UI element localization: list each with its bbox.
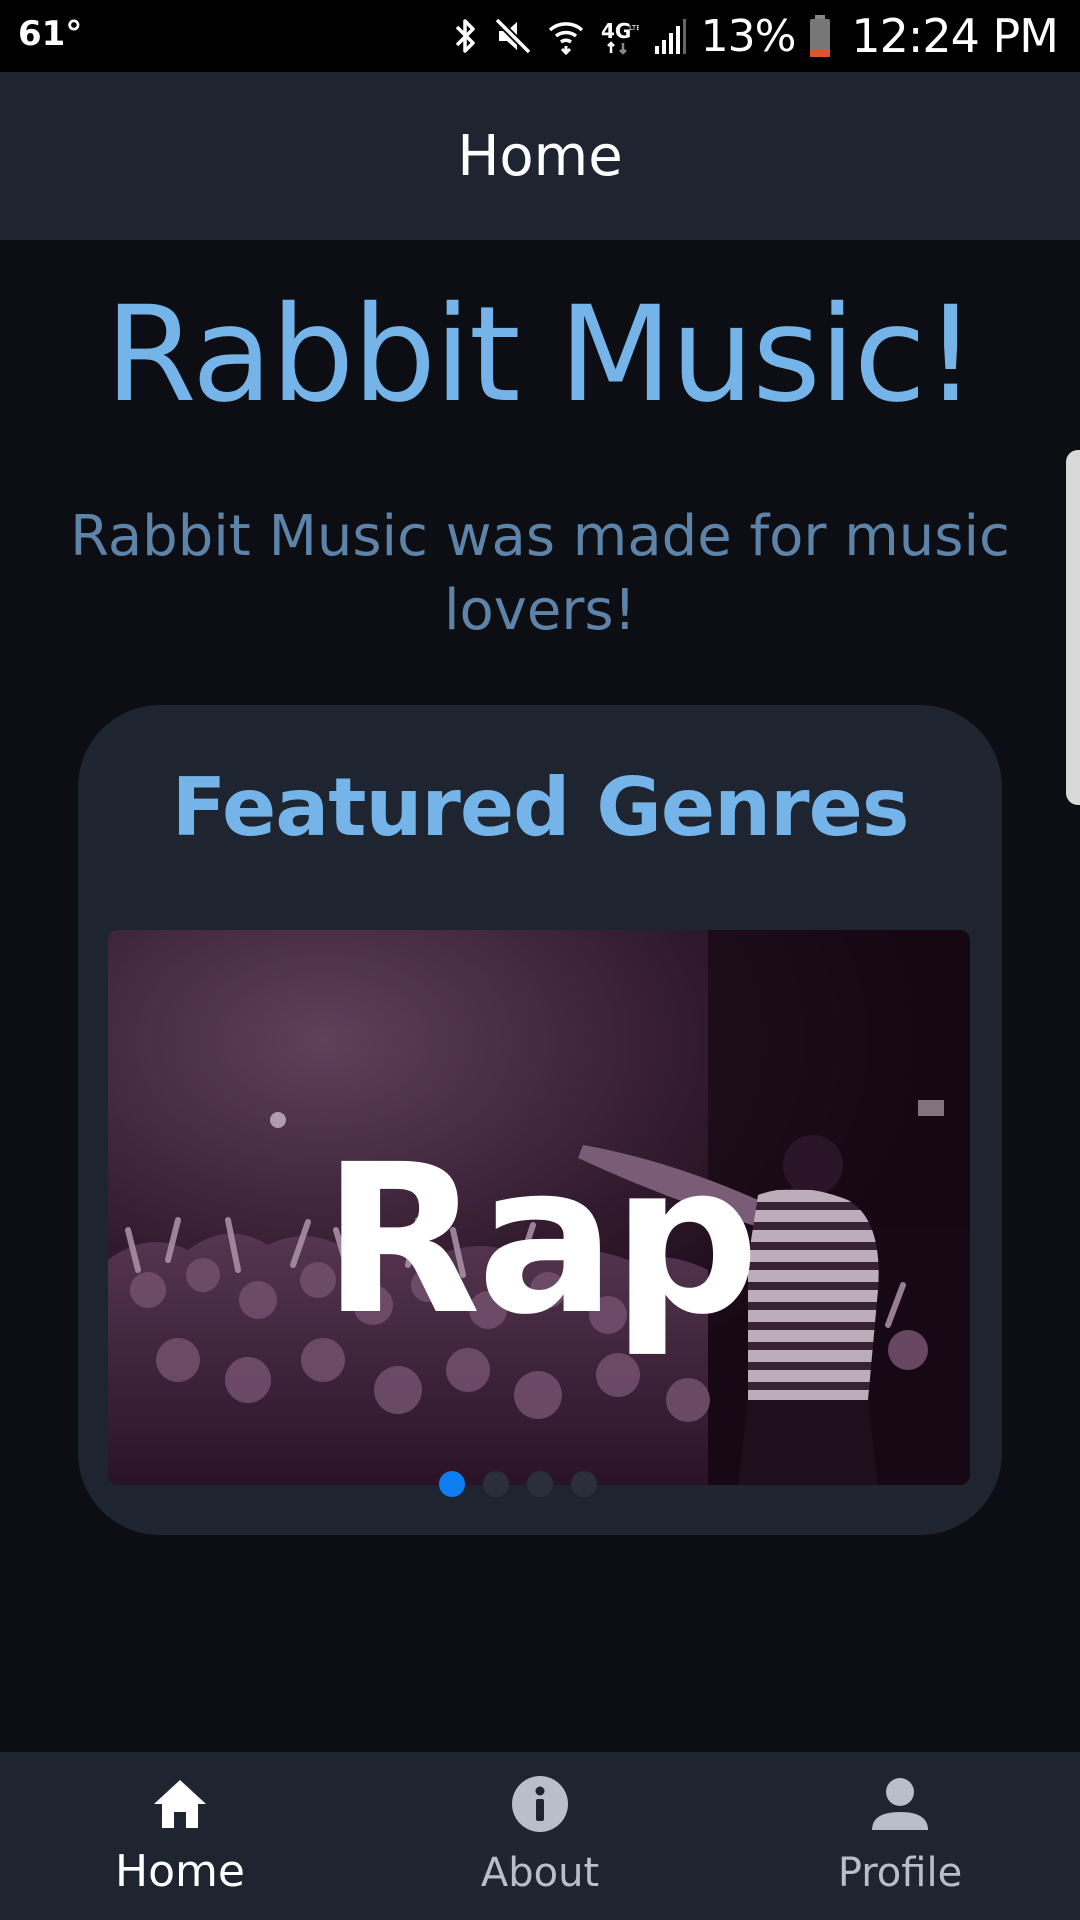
status-bar: 61° 4G LTE 13% 12:24 PM <box>0 0 1080 72</box>
nav-item-home[interactable]: Home <box>0 1752 360 1920</box>
carousel-dot-4[interactable] <box>571 1471 597 1497</box>
nav-label-profile: Profile <box>837 1850 963 1896</box>
scrollbar-handle[interactable] <box>1066 450 1080 805</box>
carousel-dot-2[interactable] <box>483 1471 509 1497</box>
person-icon <box>872 1778 928 1830</box>
featured-genres-title: Featured Genres <box>171 761 910 854</box>
info-icon <box>512 1776 568 1832</box>
app-screen: 61° 4G LTE 13% 12:24 PM Home Rabbit Musi… <box>0 0 1080 1920</box>
status-icons: 4G LTE 13% 12:24 PM <box>453 8 1059 64</box>
status-temperature: 61° <box>18 14 83 54</box>
svg-text:LTE: LTE <box>629 24 639 32</box>
4g-lte-icon: 4G LTE <box>601 19 639 55</box>
page-title: Home <box>457 123 623 189</box>
nav-item-about[interactable]: About <box>360 1752 720 1920</box>
status-time: 12:24 PM <box>851 9 1059 63</box>
featured-genres-card: Featured Genres Rap <box>78 705 1002 1535</box>
signal-icon <box>654 19 686 54</box>
carousel-dot-1[interactable] <box>439 1471 465 1497</box>
slide-label-rap: Rap <box>322 1120 759 1360</box>
svg-text:4G: 4G <box>601 19 631 43</box>
mute-icon <box>494 17 532 55</box>
app-subtitle: Rabbit Music was made for music lovers! <box>70 504 1010 643</box>
battery-icon <box>810 15 831 57</box>
app-title: Rabbit Music! <box>104 278 977 432</box>
carousel-dot-3[interactable] <box>527 1471 553 1497</box>
home-icon <box>154 1780 206 1828</box>
nav-item-profile[interactable]: Profile <box>720 1752 1080 1920</box>
battery-percent: 13% <box>700 10 797 62</box>
bluetooth-icon <box>455 19 475 53</box>
bottom-navigation: Home About Profile <box>0 1752 1080 1920</box>
carousel-pagination <box>78 1471 1002 1501</box>
nav-label-about: About <box>480 1850 600 1896</box>
wifi-icon <box>548 22 583 56</box>
app-header: Home <box>0 72 1080 240</box>
nav-label-home: Home <box>115 1846 245 1897</box>
genre-carousel[interactable]: Rap <box>108 930 970 1485</box>
